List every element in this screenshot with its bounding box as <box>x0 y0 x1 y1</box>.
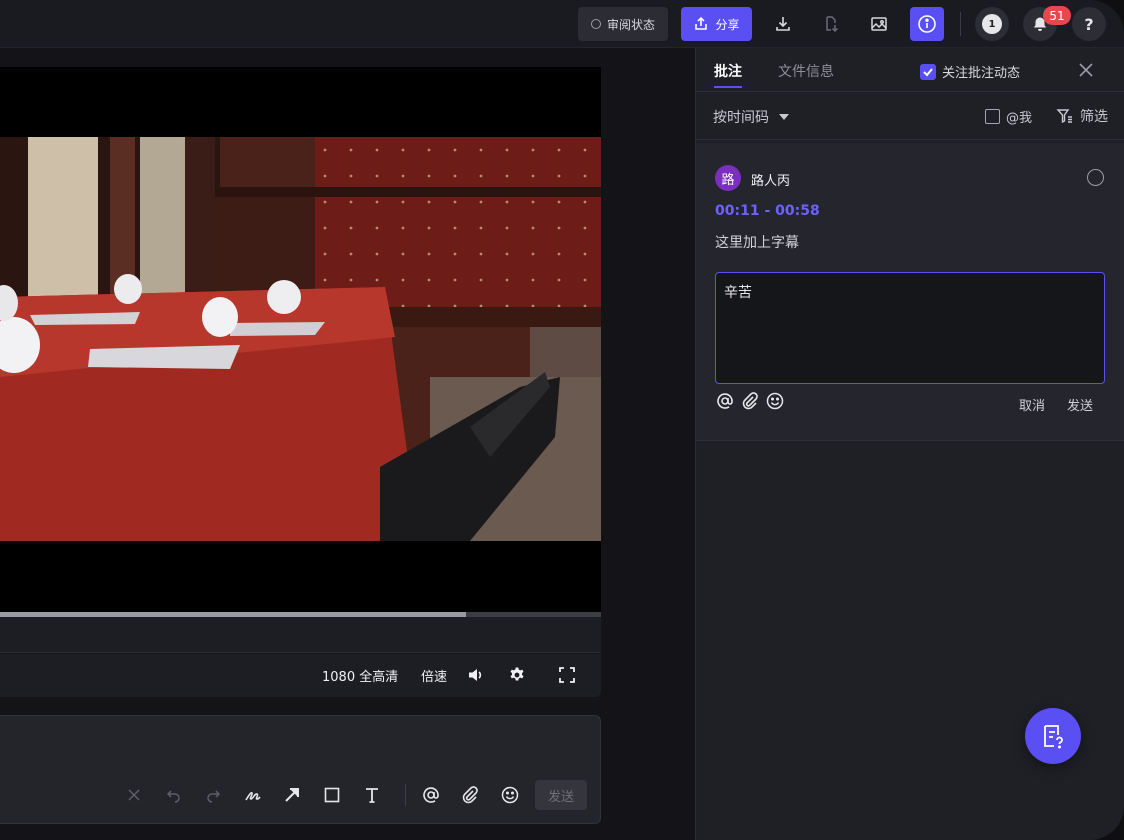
paperclip-icon <box>462 786 478 804</box>
image-icon <box>871 17 887 31</box>
comment-text: 这里加上字幕 <box>715 235 799 251</box>
smiley-icon <box>501 786 519 804</box>
avatar: 1 <box>982 14 1002 34</box>
feedback-icon <box>1044 725 1063 749</box>
sort-dropdown[interactable]: 按时间码 <box>713 107 789 127</box>
comment-timeline[interactable] <box>0 617 601 653</box>
rectangle-tool-button[interactable] <box>320 783 344 807</box>
review-status-button[interactable]: 审阅状态 <box>578 7 668 41</box>
sort-filter-bar: 按时间码 @我 筛选 <box>696 92 1124 140</box>
reply-attach-button[interactable] <box>740 391 760 411</box>
tool-divider <box>405 784 406 806</box>
comment-composer[interactable] <box>0 715 601 824</box>
smiley-icon <box>766 392 784 410</box>
mention-button[interactable] <box>419 783 443 807</box>
close-panel-button[interactable] <box>1076 60 1096 80</box>
quality-selector[interactable]: 1080 全高清 <box>322 666 398 685</box>
clear-button[interactable] <box>122 783 146 807</box>
image-button[interactable] <box>862 7 896 41</box>
pen-draw-icon <box>245 792 261 801</box>
filter-label: 筛选 <box>1080 109 1108 125</box>
reply-send-button[interactable]: 发送 <box>1067 395 1093 414</box>
info-icon <box>918 15 936 33</box>
emoji-button[interactable] <box>498 783 522 807</box>
reply-emoji-button[interactable] <box>765 391 785 411</box>
arrow-tool-button[interactable] <box>280 783 304 807</box>
caret-down-icon <box>779 114 789 120</box>
help-button[interactable]: ? <box>1072 7 1106 41</box>
player-controls: 1080 全高清 倍速 <box>0 654 601 697</box>
avatar: 路 <box>715 165 741 191</box>
conference-room-image <box>0 137 601 541</box>
redo-icon <box>207 790 221 803</box>
close-icon <box>1079 63 1093 77</box>
reply-cancel-button[interactable]: 取消 <box>1019 395 1045 414</box>
gear-icon <box>510 667 524 681</box>
file-download-icon <box>826 16 839 33</box>
close-icon <box>128 789 140 801</box>
video-still[interactable] <box>0 137 601 541</box>
version-download-button[interactable] <box>814 7 848 41</box>
sort-label: 按时间码 <box>713 110 769 126</box>
speed-selector[interactable]: 倍速 <box>421 666 447 685</box>
volume-icon <box>469 669 482 681</box>
at-icon <box>423 787 439 803</box>
share-icon <box>695 16 708 30</box>
top-toolbar: 审阅状态 分享 1 51 ? <box>0 0 1124 48</box>
checkbox-checked-icon <box>920 63 936 80</box>
attach-button[interactable] <box>458 783 482 807</box>
download-button[interactable] <box>766 7 800 41</box>
comment-author: 路人丙 <box>751 174 791 189</box>
toolbar-divider <box>960 12 961 36</box>
pen-tool-button[interactable] <box>241 783 265 807</box>
fullscreen-icon <box>559 667 575 683</box>
volume-button[interactable] <box>465 664 487 686</box>
follow-label: 关注批注动态 <box>942 66 1021 81</box>
rectangle-icon <box>324 787 340 803</box>
reply-input[interactable]: 辛苦 <box>715 272 1105 384</box>
composer-send-button[interactable]: 发送 <box>535 780 587 810</box>
filter-button[interactable]: 筛选 <box>1056 106 1108 126</box>
text-icon <box>366 788 378 803</box>
fullscreen-button[interactable] <box>556 664 578 686</box>
undo-button[interactable] <box>162 783 186 807</box>
reply-input-value: 辛苦 <box>724 285 752 301</box>
comment-timecode[interactable]: 00:11 - 00:58 <box>715 203 820 219</box>
settings-button[interactable] <box>506 664 528 686</box>
checkbox-unchecked-icon <box>985 109 1000 124</box>
tab-comments[interactable]: 批注 <box>714 61 742 81</box>
notification-badge: 51 <box>1043 6 1071 25</box>
workspace-background <box>602 48 695 840</box>
arrow-icon <box>285 788 299 802</box>
at-me-filter[interactable]: @我 <box>985 107 1032 126</box>
at-icon <box>717 393 733 409</box>
help-feedback-button[interactable] <box>1025 708 1081 764</box>
paperclip-icon <box>742 392 758 410</box>
undo-icon <box>166 790 180 803</box>
reply-mention-button[interactable] <box>715 391 735 411</box>
user-avatar-button[interactable]: 1 <box>975 7 1009 41</box>
panel-tabs: 批注 文件信息 关注批注动态 <box>696 48 1124 92</box>
status-circle-icon <box>590 19 601 29</box>
tab-file-info[interactable]: 文件信息 <box>778 61 834 81</box>
info-button[interactable] <box>910 7 944 41</box>
download-icon <box>776 17 790 31</box>
active-tab-indicator <box>714 86 742 88</box>
share-button[interactable]: 分享 <box>681 7 752 41</box>
share-label: 分享 <box>715 17 740 32</box>
at-me-label: @我 <box>1006 111 1033 126</box>
review-status-label: 审阅状态 <box>606 17 655 32</box>
text-tool-button[interactable] <box>360 783 384 807</box>
filter-icon <box>1056 109 1072 124</box>
comment-card[interactable]: 路 路人丙 00:11 - 00:58 这里加上字幕 辛苦 取消 发送 <box>696 143 1124 441</box>
resolve-toggle[interactable] <box>1087 169 1104 186</box>
redo-button[interactable] <box>201 783 225 807</box>
app-window: 审阅状态 分享 1 51 ? 1080 全高清 倍速 发送 批注 文件信息 关注… <box>0 0 1124 840</box>
follow-comments-toggle[interactable]: 关注批注动态 <box>920 62 1020 81</box>
